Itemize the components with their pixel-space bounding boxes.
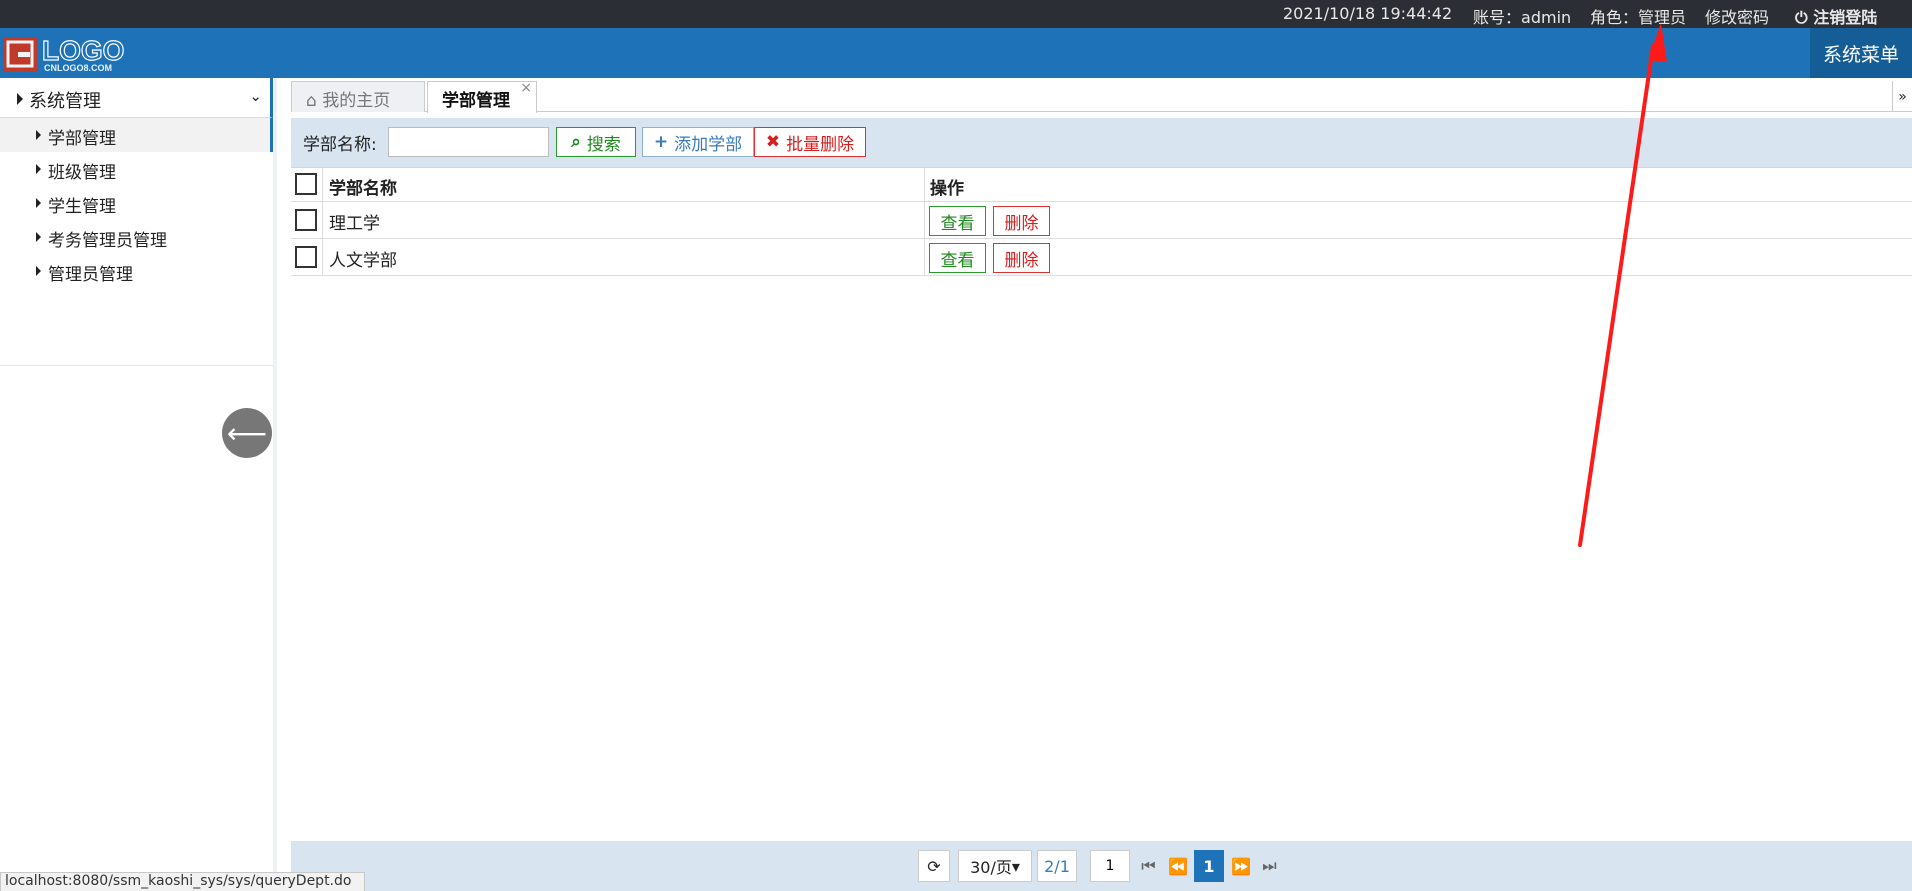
annotation-arrow <box>1578 23 1667 547</box>
